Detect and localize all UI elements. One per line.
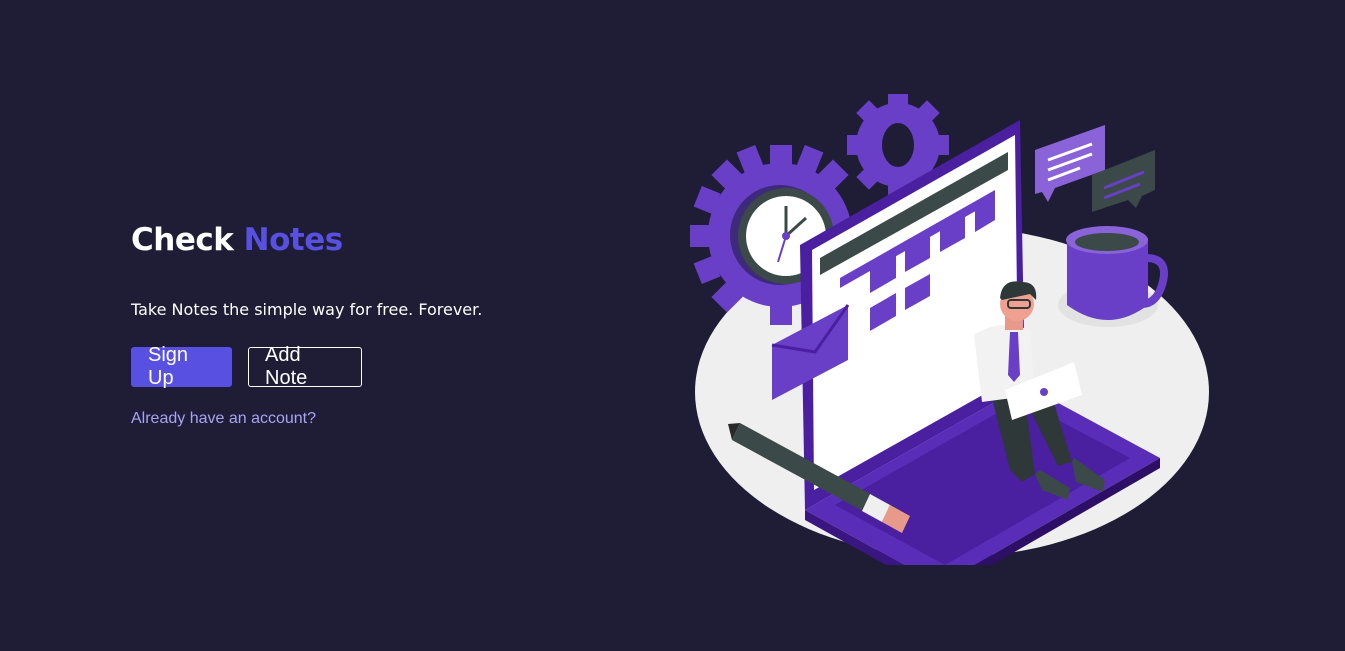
- sign-up-button[interactable]: Sign Up: [131, 344, 232, 389]
- title-part-check: Check: [131, 222, 234, 258]
- chat-bubble-icon: [1035, 125, 1155, 212]
- coffee-mug-icon: [1058, 226, 1168, 327]
- login-link[interactable]: Already have an account?: [131, 410, 316, 428]
- title-part-notes: Notes: [243, 222, 344, 258]
- landing-page: Check Notes Take Notes the simple way fo…: [0, 0, 1345, 651]
- page-title: Check Notes: [131, 220, 551, 260]
- tagline: Take Notes the simple way for free. Fore…: [131, 300, 483, 319]
- hero-actions: Sign Up Add Note: [131, 344, 551, 389]
- add-note-button[interactable]: Add Note: [248, 344, 362, 389]
- person-working-on-laptop-illustration: [690, 94, 1209, 565]
- hero-section: Check Notes Take Notes the simple way fo…: [131, 220, 551, 428]
